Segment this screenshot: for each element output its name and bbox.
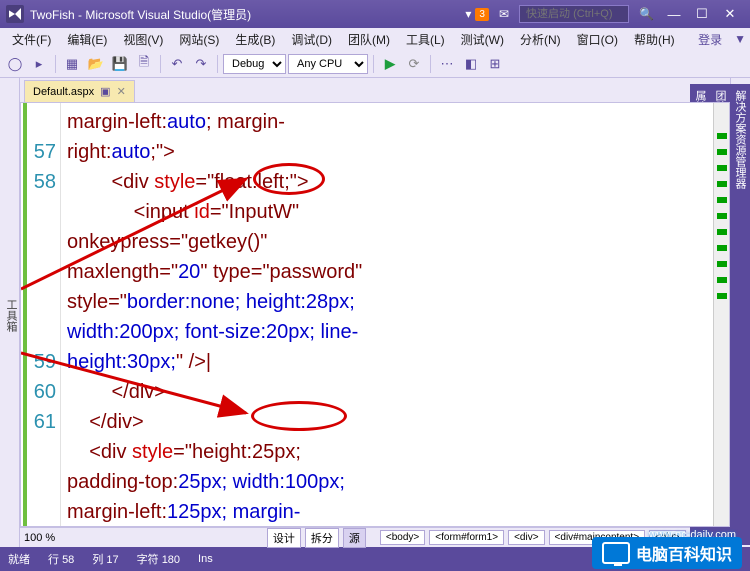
vs-logo-icon — [6, 5, 24, 23]
status-col: 列 17 — [92, 551, 118, 567]
toolbar: ◯ ▸ ▦ 📂 💾 🗎 ↶ ↷ Debug Any CPU ▶ ⟳ ⋯ ◧ ⊞ — [0, 50, 750, 78]
new-button[interactable]: ▦ — [61, 53, 83, 75]
menu-site[interactable]: 网站(S) — [171, 29, 227, 50]
menu-help[interactable]: 帮助(H) — [626, 29, 683, 50]
save-button[interactable]: 💾 — [109, 53, 131, 75]
window-title: TwoFish - Microsoft Visual Studio(管理员) — [30, 6, 251, 23]
view-design-button[interactable]: 设计 — [267, 528, 301, 548]
menu-file[interactable]: 文件(F) — [4, 29, 59, 50]
menu-edit[interactable]: 编辑(E) — [59, 29, 115, 50]
tool-btn-3[interactable]: ⊞ — [484, 53, 506, 75]
nav-forward-button[interactable]: ▸ — [28, 53, 50, 75]
platform-select[interactable]: Any CPU — [288, 54, 368, 74]
tool-btn-1[interactable]: ⋯ — [436, 53, 458, 75]
save-all-button[interactable]: 🗎 — [133, 53, 155, 75]
zoom-level[interactable]: 100 % — [24, 532, 55, 544]
tool-btn-2[interactable]: ◧ — [460, 53, 482, 75]
tab-label: Default.aspx — [33, 86, 94, 98]
view-source-button[interactable]: 源 — [343, 528, 366, 548]
status-ready: 就绪 — [8, 551, 30, 567]
right-rail: 解决方案资源管理器 团队资源管理器 属性 — [730, 78, 750, 547]
document-tabs: Default.aspx ▣ ✕ — [20, 78, 730, 102]
rail-solution-explorer[interactable]: 解决方案资源管理器 — [730, 84, 750, 545]
status-ins: Ins — [198, 553, 213, 565]
maximize-button[interactable]: ☐ — [688, 4, 716, 24]
quick-launch-input[interactable] — [519, 5, 629, 23]
menu-view[interactable]: 视图(V) — [115, 29, 171, 50]
sign-in-link[interactable]: 登录 — [690, 29, 730, 50]
tab-close-icon[interactable]: ✕ — [117, 85, 126, 98]
code-content[interactable]: margin-left:auto; margin-right:auto;"> <… — [61, 103, 713, 526]
minimize-button[interactable]: — — [660, 4, 688, 24]
menu-tools[interactable]: 工具(L) — [398, 29, 453, 50]
view-split-button[interactable]: 拆分 — [305, 528, 339, 548]
menu-team[interactable]: 团队(M) — [340, 29, 398, 50]
redo-button[interactable]: ↷ — [190, 53, 212, 75]
menu-build[interactable]: 生成(B) — [227, 29, 283, 50]
title-bar: TwoFish - Microsoft Visual Studio(管理员) ▾… — [0, 0, 750, 28]
tab-preview-icon: ▣ — [100, 85, 110, 98]
menu-analyze[interactable]: 分析(N) — [512, 29, 569, 50]
crumb-body[interactable]: <body> — [380, 530, 425, 545]
menu-test[interactable]: 测试(W) — [453, 29, 512, 50]
watermark-monitor-icon — [602, 542, 630, 564]
crumb-form[interactable]: <form#form1> — [429, 530, 504, 545]
start-debug-button[interactable]: ▶ — [379, 53, 401, 75]
user-dropdown-icon[interactable]: ▼ — [734, 32, 746, 46]
open-button[interactable]: 📂 — [85, 53, 107, 75]
menu-bar: 文件(F) 编辑(E) 视图(V) 网站(S) 生成(B) 调试(D) 团队(M… — [0, 28, 750, 50]
menu-window[interactable]: 窗口(O) — [569, 29, 626, 50]
search-icon[interactable]: 🔍 — [639, 7, 654, 21]
feedback-send-icon[interactable]: ✉ — [499, 7, 509, 21]
feedback-icon[interactable]: ▾ — [465, 7, 471, 21]
line-gutter: 57 58 59 60 61 — [21, 103, 61, 526]
watermark-badge: 电脑百科知识 — [592, 537, 742, 569]
tab-default-aspx[interactable]: Default.aspx ▣ ✕ — [24, 80, 135, 102]
code-editor[interactable]: 57 58 59 60 61 margin-left:auto; margin-… — [20, 102, 730, 527]
browser-link-button[interactable]: ⟳ — [403, 53, 425, 75]
status-line: 行 58 — [48, 551, 74, 567]
close-button[interactable]: ✕ — [716, 4, 744, 24]
crumb-div1[interactable]: <div> — [508, 530, 544, 545]
watermark-text: 电脑百科知识 — [636, 541, 732, 565]
notification-badge[interactable]: 3 — [475, 8, 489, 21]
vertical-scrollbar[interactable] — [713, 103, 729, 526]
menu-debug[interactable]: 调试(D) — [283, 29, 340, 50]
status-char: 字符 180 — [137, 551, 180, 567]
nav-back-button[interactable]: ◯ — [4, 53, 26, 75]
config-select[interactable]: Debug — [223, 54, 286, 74]
toolbox-rail[interactable]: 工具箱 — [0, 78, 20, 547]
undo-button[interactable]: ↶ — [166, 53, 188, 75]
